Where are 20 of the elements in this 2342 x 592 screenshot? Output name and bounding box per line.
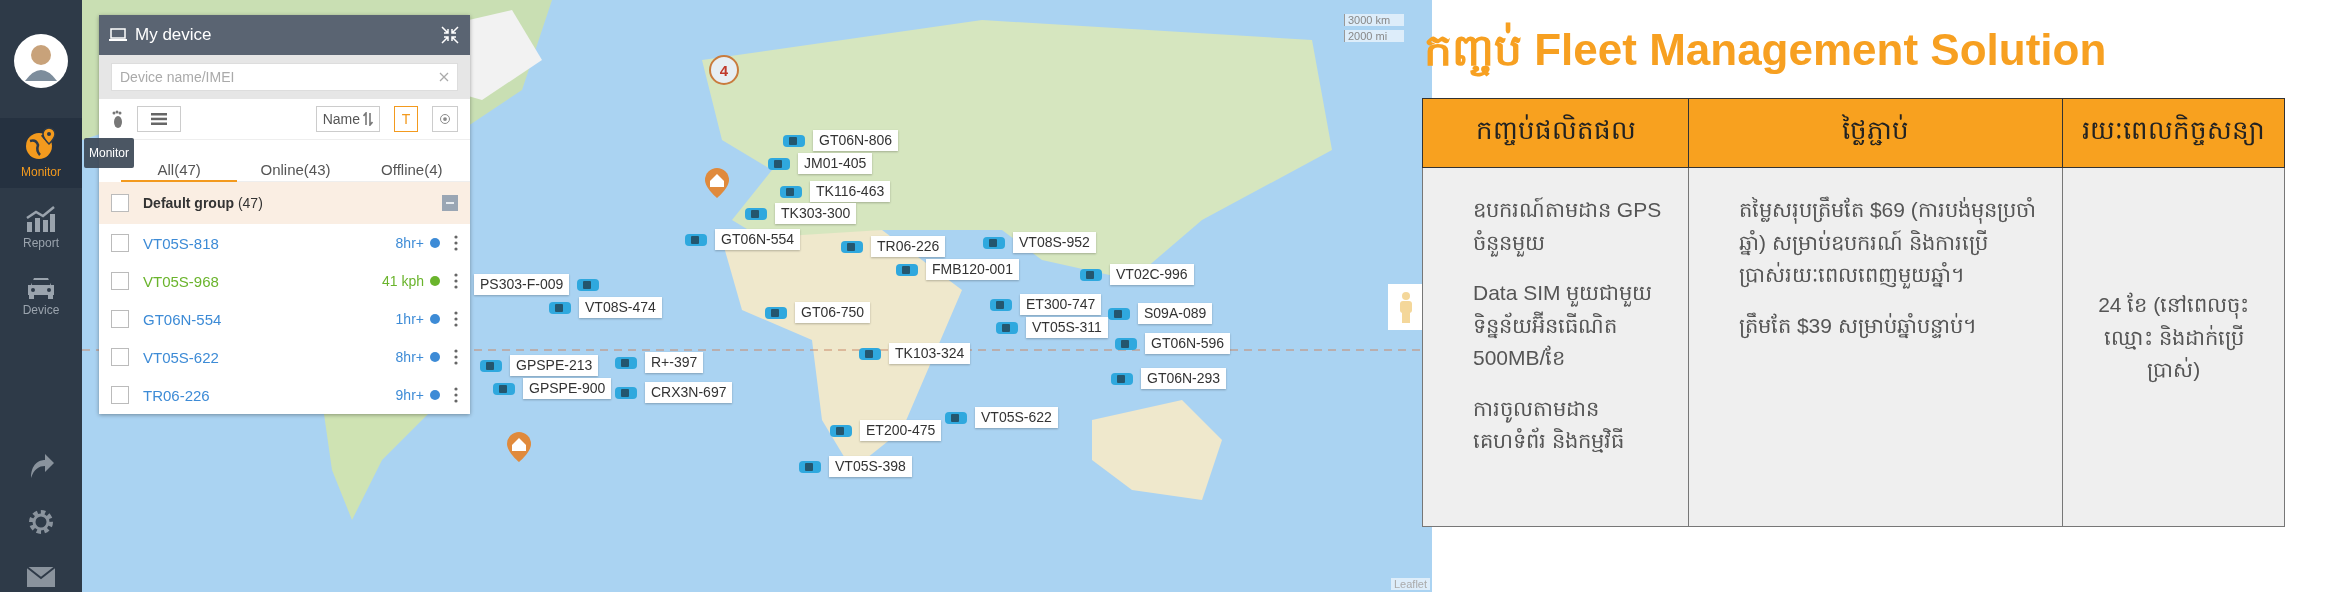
column-header: ថ្លៃភ្ជាប់ xyxy=(1688,98,2063,168)
device-status: 1hr+ xyxy=(395,311,424,327)
cell-text: ឧបករណ៍តាមដាន GPS ចំនួនមួយ xyxy=(1473,194,1667,260)
device-status: 41 kph xyxy=(381,273,424,289)
device-status: 8hr+ xyxy=(395,349,424,365)
cell-text: តម្លៃសរុបត្រឹមតែ $69 (ការបង់មុនប្រចាំឆ្នាំ) សម្រាប់ឧបករណ៍ និងការប្រើប្រាស់រយៈពេលពេញមួយឆ្នាំ។ xyxy=(1739,195,2037,291)
page-title: កញ្ចប់ Fleet Management Solution xyxy=(1424,20,2342,80)
tooltip: Monitor xyxy=(84,138,134,168)
column-header: រយៈពេលកិច្ចសន្យា xyxy=(2062,98,2285,168)
column-header: កញ្ចប់ផលិតផល xyxy=(1422,98,1689,168)
panel-title: My device xyxy=(135,25,212,45)
cell-text: ត្រឹមតែ $39 សម្រាប់ឆ្នាំបន្ទាប់។ xyxy=(1739,311,1978,341)
device-status: 9hr+ xyxy=(395,387,424,403)
device-status: 8hr+ xyxy=(395,235,424,251)
cell-text: ការចូលតាមដានគេហទំព័រ និងកម្មវិធី xyxy=(1473,395,1625,455)
group-name: Default group (47) xyxy=(143,195,263,211)
scale-bar: 2000 mi xyxy=(1344,30,1405,42)
scale-bar: 3000 km xyxy=(1344,14,1405,26)
cell-text: Data SIM មួយជាមួយទិន្នន័យអ៊ីនធើណិត 500MB/ខែ xyxy=(1473,280,1654,372)
cell-text: 24 ខែ (នៅពេលចុះឈ្មោះ និងដាក់ប្រើប្រាស់) xyxy=(2097,291,2251,384)
